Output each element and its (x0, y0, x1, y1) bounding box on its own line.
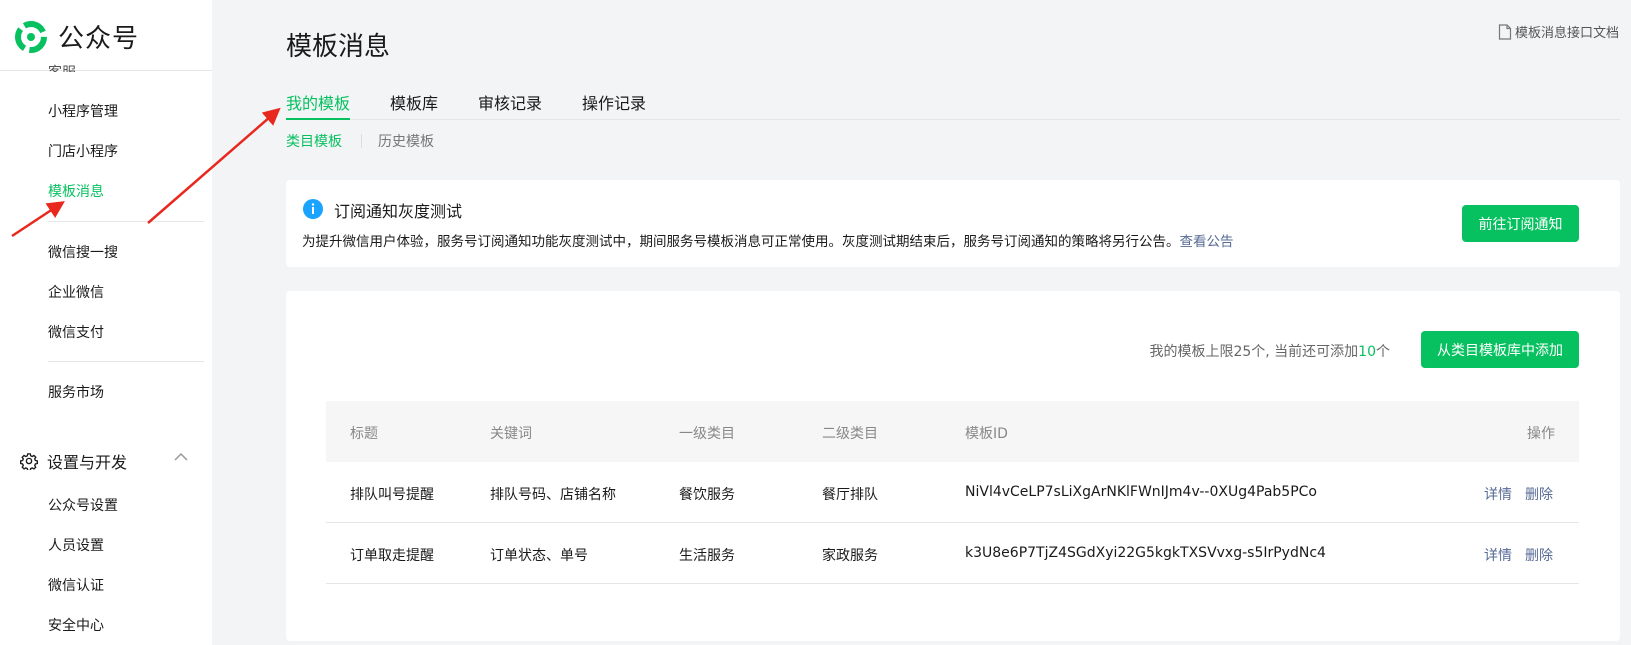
cell-keywords: 订单状态、单号 (490, 548, 588, 564)
table-header: 标题 关键词 一级类目 二级类目 模板ID 操作 (326, 401, 1579, 462)
cell-category1: 生活服务 (679, 548, 735, 564)
divider (48, 361, 204, 362)
notice-card: 订阅通知灰度测试 为提升微信用户体验，服务号订阅通知功能灰度测试中，期间服务号模… (286, 180, 1620, 267)
view-announcement-link[interactable]: 查看公告 (1180, 234, 1234, 250)
column-header-actions: 操作 (1527, 426, 1555, 442)
delete-link[interactable]: 删除 (1525, 484, 1553, 504)
sidebar-item-wechat-verification[interactable]: 微信认证 (48, 575, 104, 595)
cell-category2: 餐厅排队 (822, 487, 878, 503)
add-from-library-button[interactable]: 从类目模板库中添加 (1421, 331, 1579, 368)
cell-title: 排队叫号提醒 (350, 487, 434, 503)
tabs-baseline (286, 119, 1620, 120)
tab-operation-records[interactable]: 操作记录 (582, 90, 646, 114)
subtab-category-templates[interactable]: 类目模板 (286, 131, 342, 151)
sidebar-item-service-market[interactable]: 服务市场 (48, 382, 104, 402)
column-header-keywords: 关键词 (490, 426, 532, 442)
divider (0, 70, 212, 71)
column-header-category1: 一级类目 (679, 426, 735, 442)
api-doc-link-label: 模板消息接口文档 (1514, 26, 1619, 41)
quota-remaining: 10 (1358, 344, 1376, 360)
detail-link[interactable]: 详情 (1484, 484, 1512, 504)
sidebar-item-miniprogram-management[interactable]: 小程序管理 (48, 101, 118, 121)
sidebar-section-title: 设置与开发 (47, 453, 128, 472)
document-icon (1498, 23, 1512, 40)
active-tab-indicator (286, 118, 350, 120)
sidebar-item-account-settings[interactable]: 公众号设置 (48, 495, 118, 515)
quota-suffix: 个 (1376, 344, 1390, 360)
cell-category2: 家政服务 (822, 548, 878, 564)
wechat-official-account-logo-icon (15, 20, 47, 53)
brand-name: 公众号 (58, 24, 140, 54)
subtab-history-templates[interactable]: 历史模板 (378, 131, 434, 151)
sidebar-item-store-miniprogram[interactable]: 门店小程序 (48, 141, 118, 161)
divider (48, 221, 204, 222)
table-row: 排队叫号提醒 排队号码、店铺名称 餐饮服务 餐厅排队 NiVl4vCeLP7sL… (326, 462, 1579, 523)
cell-template-id: NiVl4vCeLP7sLiXgArNKlFWnIJm4v--0XUg4Pab5… (965, 484, 1317, 500)
sidebar-item-member-settings[interactable]: 人员设置 (48, 535, 104, 555)
templates-table: 标题 关键词 一级类目 二级类目 模板ID 操作 排队叫号提醒 排队号码、店铺名… (326, 401, 1579, 584)
table-row: 订单取走提醒 订单状态、单号 生活服务 家政服务 k3U8e6P7TjZ4SGd… (326, 523, 1579, 584)
divider (361, 134, 362, 148)
notice-title: 订阅通知灰度测试 (334, 202, 463, 221)
delete-link[interactable]: 删除 (1525, 545, 1553, 565)
sidebar-item-wecom[interactable]: 企业微信 (48, 282, 104, 302)
template-quota: 我的模板上限25个, 当前还可添加10个 (1149, 341, 1390, 361)
templates-card: 我的模板上限25个, 当前还可添加10个 从类目模板库中添加 标题 关键词 一级… (286, 291, 1620, 641)
api-doc-link[interactable]: 模板消息接口文档 (1498, 22, 1619, 41)
sidebar-item-wechat-pay[interactable]: 微信支付 (48, 322, 104, 342)
info-icon (303, 199, 323, 219)
detail-link[interactable]: 详情 (1484, 545, 1512, 565)
page-title: 模板消息 (286, 32, 391, 62)
gear-icon (20, 453, 38, 470)
notice-text: 为提升微信用户体验，服务号订阅通知功能灰度测试中，期间服务号模板消息可正常使用。… (302, 234, 1180, 250)
quota-prefix: 我的模板上限25个, 当前还可添加 (1149, 344, 1359, 360)
sidebar-item-security-center[interactable]: 安全中心 (48, 615, 104, 635)
cell-category1: 餐饮服务 (679, 487, 735, 503)
cell-title: 订单取走提醒 (350, 548, 434, 564)
sidebar-section-settings-dev[interactable]: 设置与开发 (20, 449, 188, 473)
sidebar-item-wechat-search[interactable]: 微信搜一搜 (48, 242, 118, 262)
sidebar-item-customer-service[interactable]: 客服 (48, 62, 76, 72)
cell-template-id: k3U8e6P7TjZ4SGdXyi22G5kgkTXSVvxg-s5IrPyd… (965, 545, 1326, 561)
notice-body: 为提升微信用户体验，服务号订阅通知功能灰度测试中，期间服务号模板消息可正常使用。… (302, 230, 1234, 250)
go-to-subscription-button[interactable]: 前往订阅通知 (1462, 205, 1579, 242)
tab-my-templates[interactable]: 我的模板 (286, 90, 350, 114)
column-header-title: 标题 (350, 426, 378, 442)
tab-template-library[interactable]: 模板库 (390, 90, 438, 114)
cell-keywords: 排队号码、店铺名称 (490, 487, 616, 503)
column-header-category2: 二级类目 (822, 426, 878, 442)
tab-review-records[interactable]: 审核记录 (478, 90, 542, 114)
sidebar: 公众号 客服 小程序管理 门店小程序 模板消息 微信搜一搜 企业微信 微信支付 … (0, 0, 212, 645)
logo[interactable]: 公众号 (14, 18, 139, 55)
chevron-up-icon[interactable] (174, 452, 188, 462)
column-header-template-id: 模板ID (965, 426, 1008, 442)
sidebar-item-template-message[interactable]: 模板消息 (48, 181, 104, 201)
